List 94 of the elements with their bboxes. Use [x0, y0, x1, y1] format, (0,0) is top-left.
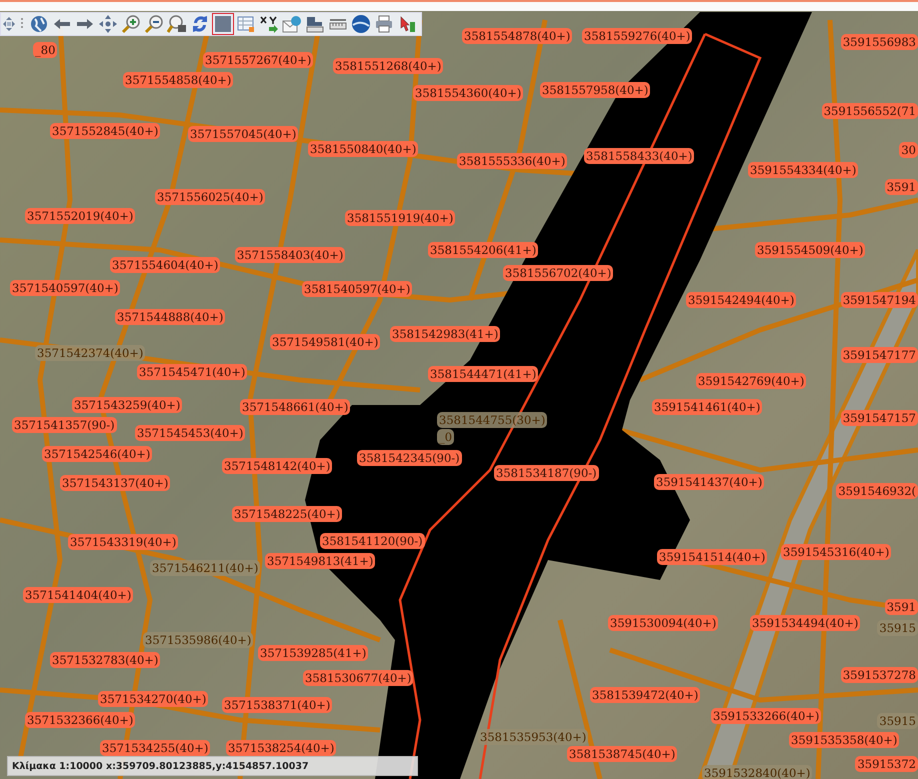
parcel-label: 3581558433(40+)	[584, 148, 694, 164]
parcel-label: 3571542546(40+)	[42, 446, 152, 462]
parcel-label: 3581535953(40+)	[478, 729, 588, 745]
zoom-in-icon[interactable]	[120, 13, 142, 35]
parcel-label: 3581530677(40+)	[303, 670, 414, 686]
parcel-label: 3571534270(40+)	[98, 691, 208, 707]
parcel-label: 3571546211(40+)	[150, 560, 260, 576]
parcel-label: 3571541357(90-)	[12, 417, 117, 433]
parcel-label: 3581554206(41+)	[428, 242, 538, 258]
parcel-label: 3591541461(40+)	[652, 399, 762, 415]
parcel-label: 3571539285(41+)	[258, 645, 368, 661]
parcel-label: 3571545453(40+)	[135, 425, 246, 441]
parcel-label: 3571552845(40+)	[50, 123, 160, 139]
parcel-label: 3591542494(40+)	[686, 292, 796, 308]
parcel-label: 3591545316(40+)	[781, 544, 892, 560]
parcel-label: 3571541404(40+)	[23, 587, 134, 603]
parcel-label: 3581551268(40+)	[333, 58, 444, 74]
parcel-label: 3571544888(40+)	[115, 309, 226, 325]
parcel-label: 3571557045(40+)	[188, 126, 298, 142]
parcel-label: 3581540597(40+)	[302, 281, 412, 297]
parcel-label: 3591541514(40+)	[657, 549, 768, 565]
parcel-label: 3591547157	[840, 410, 918, 426]
parcel-label: 3591554334(40+)	[748, 162, 858, 178]
parcel-label: 3591535358(40+)	[789, 732, 900, 748]
parcel-label: 3591554509(40+)	[755, 242, 866, 258]
parcel-label: 3581542345(90-)	[357, 450, 462, 466]
parcel-label: _0	[437, 429, 454, 445]
parcel-label: 3581538745(40+)	[567, 746, 678, 762]
parcel-label: 3571534255(40+)	[100, 740, 210, 756]
parcel-label: 3591547177	[840, 347, 918, 363]
parcel-label: 3571548142(40+)	[222, 458, 332, 474]
parcel-label: 3591546932(	[836, 483, 918, 499]
parcel-label: 3571542374(40+)	[35, 345, 146, 361]
parcel-label: 3581534187(90-)	[494, 465, 599, 481]
parcel-label: 3571543137(40+)	[60, 475, 170, 491]
parcel-label: 3571532783(40+)	[50, 652, 160, 668]
parcel-label: 3591556983	[840, 34, 918, 50]
parcel-label: 3591532840(40+)	[702, 765, 812, 779]
parcel-label: 3571548661(40+)	[240, 399, 350, 415]
parcel-label: 35915372	[855, 756, 918, 772]
parcel-label: 3591542769(40+)	[696, 373, 806, 389]
parcel-label: 3581554878(40+)	[462, 28, 572, 44]
parcel-label: 3591	[884, 179, 918, 195]
parcel-label: 3591537278	[840, 667, 918, 683]
parcel-label: 3571552019(40+)	[25, 208, 136, 224]
parcel-label: 3581539472(40+)	[590, 687, 700, 703]
parcel-label: 3581544755(30+)	[437, 412, 548, 428]
parcel-label: 3571543259(40+)	[72, 397, 182, 413]
parcel-label: 3591541437(40+)	[654, 474, 764, 490]
parcel-label: 3571549813(41+)	[265, 553, 376, 569]
parcel-label: 3581542983(41+)	[390, 326, 500, 342]
parcel-label: 3571538371(40+)	[222, 697, 332, 713]
zoom-out-icon[interactable]	[143, 13, 165, 35]
parcel-label: 3581550840(40+)	[308, 141, 418, 157]
globe-icon[interactable]	[28, 13, 50, 35]
square-select-icon[interactable]	[212, 13, 234, 35]
parcel-label: 3571545471(40+)	[137, 364, 248, 380]
parcel-label: 3571548225(40+)	[232, 506, 342, 522]
parcel-label: 35915	[877, 713, 918, 729]
parcel-label: 3591547194	[840, 292, 918, 308]
parcel-label: 3571543319(40+)	[68, 534, 178, 550]
parcel-label: 3591534494(40+)	[750, 615, 860, 631]
parcel-label: 35915	[877, 620, 918, 636]
parcel-label: 3571532366(40+)	[25, 712, 136, 728]
parcel-label: 3571557267(40+)	[203, 52, 314, 68]
parcel-label: 3571538254(40+)	[226, 740, 336, 756]
parcel-label: 3581551919(40+)	[345, 210, 456, 226]
parcel-label: 30	[899, 142, 918, 158]
parcel-label: 3591530094(40+)	[608, 615, 718, 631]
parcel-label: 3571549581(40+)	[270, 334, 380, 350]
parcel-label: 3581557958(40+)	[540, 82, 650, 98]
parcel-label: 3571540597(40+)	[10, 280, 120, 296]
expand-handle-icon[interactable]	[1, 15, 17, 33]
parcel-label: 3591556552(71	[822, 103, 918, 119]
scale-coordinates-text: Κλίμακα 1:10000 x:359709.80123885,y:4154857.10037	[12, 760, 309, 772]
grip-icon	[20, 17, 25, 31]
parcel-label: 3571556025(40+)	[155, 189, 266, 205]
parcel-label: _80	[33, 42, 58, 58]
pan-icon[interactable]	[97, 13, 119, 35]
parcel-label: 3581544471(41+)	[428, 366, 538, 382]
parcel-label: 3581555336(40+)	[457, 153, 568, 169]
printer-icon[interactable]	[373, 13, 395, 35]
earth-globe-icon[interactable]	[350, 13, 372, 35]
parcel-label: 3581541120(90-)	[320, 533, 425, 549]
parcel-label: 3571554604(40+)	[110, 257, 220, 273]
parcel-label: 3591	[884, 599, 918, 615]
parcel-label: 3571554858(40+)	[123, 72, 234, 88]
parcel-label: 3581554360(40+)	[413, 85, 524, 101]
parcel-label: 3591533266(40+)	[711, 708, 822, 724]
parcel-label: 3581559276(40+)	[582, 28, 692, 44]
parcel-label: 3571535986(40+)	[143, 632, 254, 648]
zoom-window-icon[interactable]	[166, 13, 188, 35]
parcel-label: 3571558403(40+)	[235, 247, 346, 263]
parcel-label: 3581556702(40+)	[503, 265, 614, 281]
